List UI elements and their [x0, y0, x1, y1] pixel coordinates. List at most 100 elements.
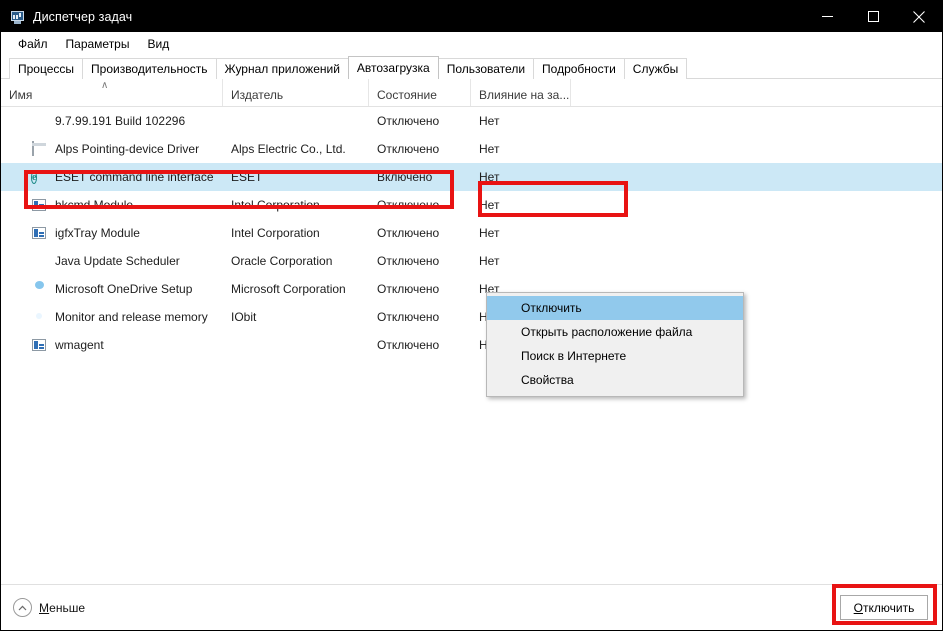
table-row[interactable]: Monitor and release memory IObit Отключе… [1, 303, 942, 331]
row-impact-cell: Нет [479, 170, 500, 184]
table-row-selected[interactable]: e ESET command line interface ESET Включ… [1, 163, 942, 191]
row-name-cell: wmagent [1, 337, 223, 353]
row-publisher-cell: IObit [231, 310, 257, 324]
row-status-cell: Отключено [377, 142, 440, 156]
row-name-label: hkcmd Module [55, 198, 134, 212]
title-bar[interactable]: Диспетчер задач [1, 1, 942, 32]
row-impact-cell: Нет [479, 226, 500, 240]
close-icon[interactable] [896, 1, 942, 32]
row-status-cell: Отключено [377, 310, 440, 324]
context-menu-item-open-location[interactable]: Открыть расположение файла [487, 320, 743, 344]
tab-strip: Процессы Производительность Журнал прило… [1, 56, 942, 79]
row-name-label: 9.7.99.191 Build 102296 [55, 114, 186, 128]
table-row[interactable]: wmagent Отключено Нет [1, 331, 942, 359]
module-icon [31, 337, 47, 353]
row-name-label: igfxTray Module [55, 226, 140, 240]
tab-details[interactable]: Подробности [533, 58, 625, 79]
table-row[interactable]: Java Update Scheduler Oracle Corporation… [1, 247, 942, 275]
row-name-cell: 9.7.99.191 Build 102296 [1, 113, 223, 129]
tab-performance[interactable]: Производительность [82, 58, 217, 79]
menu-bar: Файл Параметры Вид [1, 32, 942, 56]
java-icon [31, 253, 47, 269]
startup-list[interactable]: 9.7.99.191 Build 102296 Отключено Нет Al… [1, 107, 942, 584]
menu-item-file[interactable]: Файл [9, 35, 57, 53]
row-impact-cell: Нет [479, 114, 500, 128]
column-header-publisher[interactable]: Издатель [223, 79, 369, 106]
window-driver-icon [31, 141, 47, 157]
window-title: Диспетчер задач [33, 9, 133, 24]
row-publisher-cell: Intel Corporation [231, 198, 320, 212]
row-status-cell: Отключено [377, 282, 440, 296]
row-name-cell: e ESET command line interface [1, 169, 223, 185]
column-header-startup-impact-label: Влияние на за... [479, 88, 570, 102]
row-status-cell: Отключено [377, 198, 440, 212]
maximize-icon[interactable] [850, 1, 896, 32]
column-header-name-label: Имя [9, 88, 33, 102]
column-header-filler [571, 79, 942, 106]
minimize-icon[interactable] [804, 1, 850, 32]
title-bar-left: Диспетчер задач [1, 9, 132, 25]
column-header-status[interactable]: Состояние [369, 79, 471, 106]
module-icon [31, 197, 47, 213]
context-menu-item-disable[interactable]: Отключить [487, 296, 743, 320]
row-publisher-cell: Alps Electric Co., Ltd. [231, 142, 346, 156]
table-row[interactable]: hkcmd Module Intel Corporation Отключено… [1, 191, 942, 219]
row-status-cell: Отключено [377, 338, 440, 352]
table-row[interactable]: Microsoft OneDrive Setup Microsoft Corpo… [1, 275, 942, 303]
column-header-publisher-label: Издатель [231, 88, 284, 102]
row-name-label: Java Update Scheduler [55, 254, 180, 268]
tab-services[interactable]: Службы [623, 58, 688, 79]
row-impact-cell: Нет [479, 198, 500, 212]
iobit-icon [31, 309, 47, 325]
tab-users[interactable]: Пользователи [437, 58, 535, 79]
tab-processes[interactable]: Процессы [9, 58, 84, 79]
row-name-cell: Microsoft OneDrive Setup [1, 281, 223, 297]
row-status-cell: Включено [377, 170, 433, 184]
row-name-cell: Alps Pointing-device Driver [1, 141, 223, 157]
module-icon [31, 225, 47, 241]
row-name-label: ESET command line interface [55, 170, 214, 184]
row-publisher-cell: Oracle Corporation [231, 254, 333, 268]
disable-button-rest: тключить [863, 600, 915, 615]
window-controls [804, 1, 942, 32]
row-name-cell: Java Update Scheduler [1, 253, 223, 269]
column-header-startup-impact[interactable]: Влияние на за... [471, 79, 571, 106]
tab-startup[interactable]: Автозагрузка [347, 56, 439, 79]
sort-ascending-icon: ∧ [101, 80, 109, 91]
fewer-details-button[interactable]: Меньше [13, 598, 85, 617]
context-menu-item-search-online[interactable]: Поиск в Интернете [487, 344, 743, 368]
row-name-label: wmagent [55, 338, 104, 352]
fewer-details-accel: М [39, 600, 50, 615]
row-name-label: Alps Pointing-device Driver [55, 142, 200, 156]
row-name-cell: Monitor and release memory [1, 309, 223, 325]
footer-bar: Меньше Отключить [1, 584, 942, 630]
row-publisher-cell: Intel Corporation [231, 226, 320, 240]
disable-button-accel: О [853, 600, 863, 615]
row-status-cell: Отключено [377, 226, 440, 240]
fewer-details-rest: еньше [49, 600, 85, 615]
context-menu-item-properties[interactable]: Свойства [487, 368, 743, 392]
chevron-up-circle-icon [13, 598, 32, 617]
context-menu[interactable]: Отключить Открыть расположение файла Пои… [486, 292, 744, 397]
onedrive-icon [31, 281, 47, 297]
row-publisher-cell: Microsoft Corporation [231, 282, 346, 296]
column-header-name[interactable]: ∧ Имя [1, 79, 223, 106]
disable-button[interactable]: Отключить [840, 595, 928, 620]
fewer-details-label: Меньше [39, 601, 85, 615]
row-name-cell: hkcmd Module [1, 197, 223, 213]
tab-app-history[interactable]: Журнал приложений [215, 58, 349, 79]
row-publisher-cell: ESET [231, 170, 263, 184]
table-row[interactable]: 9.7.99.191 Build 102296 Отключено Нет [1, 107, 942, 135]
menu-item-view[interactable]: Вид [138, 35, 178, 53]
row-impact-cell: Нет [479, 254, 500, 268]
table-row[interactable]: Alps Pointing-device Driver Alps Electri… [1, 135, 942, 163]
row-status-cell: Отключено [377, 254, 440, 268]
task-manager-icon [10, 9, 26, 25]
row-status-cell: Отключено [377, 114, 440, 128]
table-column-header: ∧ Имя Издатель Состояние Влияние на за..… [1, 79, 942, 107]
row-name-label: Monitor and release memory [55, 310, 208, 324]
table-row[interactable]: igfxTray Module Intel Corporation Отключ… [1, 219, 942, 247]
row-name-label: Microsoft OneDrive Setup [55, 282, 193, 296]
menu-item-options[interactable]: Параметры [57, 35, 139, 53]
task-manager-window: Диспетчер задач Файл Параметры Вид Проце… [0, 0, 943, 631]
